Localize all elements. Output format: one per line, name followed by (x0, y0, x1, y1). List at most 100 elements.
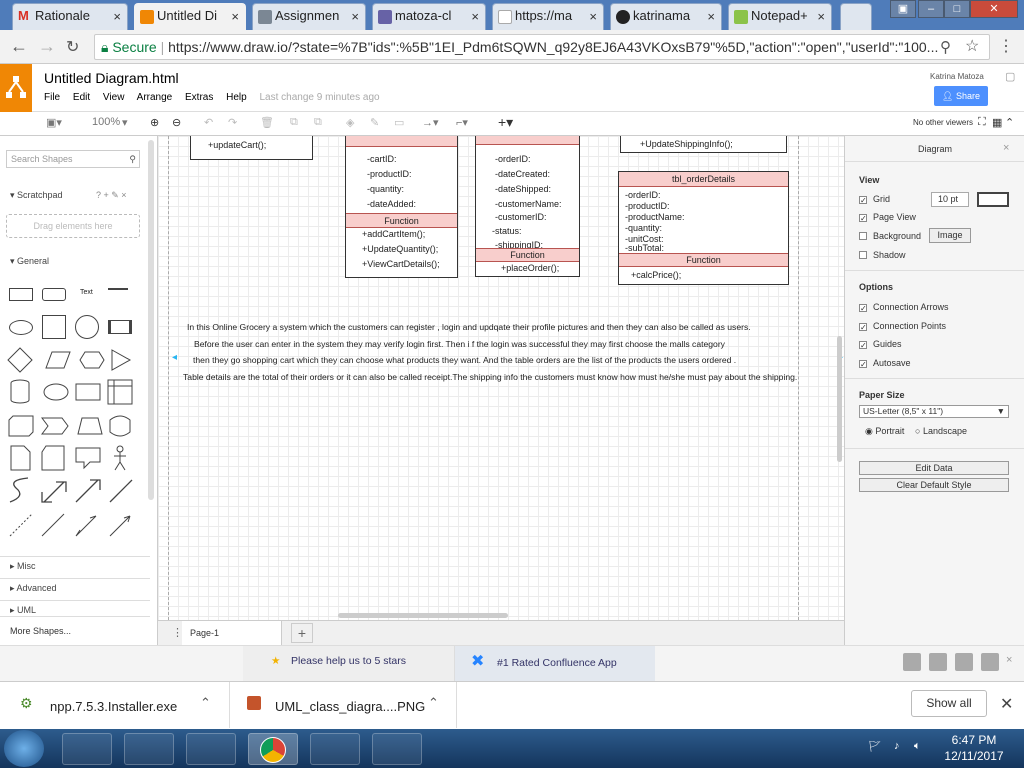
close-tab-icon[interactable]: × (707, 9, 715, 24)
maximize-button[interactable]: □ (944, 0, 970, 18)
portrait-radio[interactable]: ◉ Portrait (865, 426, 904, 437)
description-line-1[interactable]: In this Online Grocery a system which th… (187, 322, 751, 332)
tab-rationale[interactable]: M Rationale × (12, 3, 128, 30)
edit-data-button[interactable]: Edit Data (859, 461, 1009, 475)
shape-row-5[interactable] (6, 412, 138, 440)
scratchpad-actions[interactable]: ? + ✎ × (96, 190, 127, 201)
volume-icon[interactable]: ♪ (894, 740, 900, 752)
background-checkbox[interactable]: Background (859, 231, 921, 241)
uml-class-orders[interactable]: -orderID: -dateCreated: -dateShipped: -c… (475, 136, 580, 277)
menu-file[interactable]: File (44, 92, 60, 103)
square-shape[interactable] (42, 315, 66, 339)
misc-header[interactable]: ▸ Misc (0, 556, 150, 572)
chevron-up-icon[interactable]: ⌃ (200, 695, 211, 711)
menu-arrange[interactable]: Arrange (137, 92, 173, 103)
description-line-4[interactable]: Table details are the total of their ord… (183, 372, 797, 382)
tab-notepad[interactable]: Notepad+ × (728, 3, 832, 30)
tab-untitled-diagram[interactable]: Untitled Di × (134, 3, 246, 30)
photos-taskbar-icon[interactable] (310, 733, 360, 765)
shape-row-6[interactable] (6, 444, 138, 472)
download-item-png[interactable]: UML_class_diagra....PNG ⌃ (231, 682, 457, 728)
download-item-npp[interactable]: ⚙ npp.7.5.3.Installer.exe ⌃ (0, 682, 230, 728)
clock[interactable]: 6:47 PM 12/11/2017 (938, 732, 1010, 764)
new-tab-button[interactable] (840, 3, 872, 30)
youtube-icon[interactable] (903, 653, 921, 671)
network-icon[interactable]: 🚩︎ (868, 740, 882, 753)
paper-size-select[interactable]: US-Letter (8,5" x 11") ▼ (859, 405, 1009, 418)
uml-class-cart-partial[interactable]: +updateCart(); (190, 136, 313, 160)
advanced-header[interactable]: ▸ Advanced (0, 578, 150, 594)
uml-class-cart[interactable]: -cartID: -productID: -quantity: -dateAdd… (345, 136, 458, 278)
url-field[interactable]: 🔒︎ Secure | https://www.draw.io/?state=%… (94, 34, 990, 60)
shadow-icon[interactable]: ▭ (394, 116, 404, 129)
connection-arrow-icon[interactable]: →▾ (422, 116, 439, 129)
format-panel-icon[interactable]: ▣▾ (46, 116, 62, 129)
speaker-icon[interactable]: 🔈︎ (914, 740, 921, 753)
shapes-scrollbar[interactable] (148, 140, 154, 500)
more-shapes-button[interactable]: More Shapes... (0, 616, 150, 644)
menu-extras[interactable]: Extras (185, 92, 213, 103)
landscape-radio[interactable]: ○ Landscape (915, 426, 967, 436)
reload-icon[interactable]: ↻ (66, 37, 79, 57)
canvas-h-scrollbar[interactable] (338, 613, 508, 618)
redo-icon[interactable]: ↷ (228, 116, 237, 129)
description-line-2[interactable]: Before the user can enter in the system … (194, 339, 725, 349)
menu-edit[interactable]: Edit (73, 92, 90, 103)
connection-arrows-checkbox[interactable]: ✓ Connection Arrows (859, 302, 949, 313)
zoom-icon[interactable]: ⚲ (940, 38, 951, 56)
fullscreen-icon[interactable]: ⛶ (978, 116, 986, 129)
chrome-taskbar-icon[interactable] (248, 733, 298, 765)
add-page-button[interactable]: + (291, 623, 313, 643)
show-all-button[interactable]: Show all (911, 690, 987, 717)
notepad-plus-taskbar-icon[interactable] (372, 733, 422, 765)
close-icon[interactable]: ✕ (1000, 694, 1013, 714)
circle-shape[interactable] (75, 315, 99, 339)
tab-page-1[interactable]: Page-1 (182, 621, 282, 645)
tab-matoza[interactable]: matoza-cl × (372, 3, 486, 30)
menu-view[interactable]: View (103, 92, 125, 103)
media-player-taskbar-icon[interactable] (186, 733, 236, 765)
file-title[interactable]: Untitled Diagram.html (44, 70, 179, 86)
search-shapes-input[interactable]: Search Shapes ⚲ (6, 150, 140, 168)
waypoints-icon[interactable]: ⌐▾ (456, 116, 468, 129)
start-button[interactable] (4, 730, 44, 767)
forward-icon[interactable]: → (38, 36, 56, 57)
diagram-canvas[interactable]: +updateCart(); -cartID: -productID: -qua… (158, 136, 844, 620)
share-button[interactable]: 👤︎ Share (934, 86, 988, 106)
connect-arrow-left-icon[interactable]: ◂ (172, 352, 180, 366)
collapse-icon[interactable]: ⌃ (1005, 116, 1014, 129)
chevron-up-icon[interactable]: ⌃ (428, 695, 439, 711)
grid-size-input[interactable]: 10 pt (931, 192, 969, 207)
to-back-icon[interactable]: ⧉ (314, 116, 322, 129)
zoom-level[interactable]: 100% (92, 116, 120, 128)
tab-assignment[interactable]: Assignmen × (252, 3, 366, 30)
minimize-button[interactable]: – (918, 0, 944, 18)
close-tab-icon[interactable]: × (817, 9, 825, 24)
menu-help[interactable]: Help (226, 92, 247, 103)
autosave-checkbox[interactable]: ✓ Autosave (859, 358, 911, 369)
general-header[interactable]: ▾ General (0, 256, 150, 267)
tab-https[interactable]: https://ma × (492, 3, 604, 30)
uml-class-order-details[interactable]: tbl_orderDetails -orderID: -productID: -… (618, 171, 789, 285)
github-icon[interactable] (981, 653, 999, 671)
ellipse-shape[interactable] (9, 320, 33, 335)
to-front-icon[interactable]: ⧉ (290, 116, 298, 129)
chevron-down-icon[interactable]: ▾ (122, 116, 128, 129)
shape-row-8[interactable] (6, 510, 138, 538)
undo-icon[interactable]: ↶ (204, 116, 213, 129)
background-image-button[interactable]: Image (929, 228, 971, 243)
grid-checkbox[interactable]: ✓ Grid (859, 194, 890, 205)
bookmark-star-icon[interactable]: ☆ (965, 36, 979, 56)
textbox-shape[interactable] (108, 288, 128, 300)
shape-row-4[interactable] (6, 378, 138, 406)
fill-color-icon[interactable]: ◈ (346, 116, 354, 129)
clear-default-style-button[interactable]: Clear Default Style (859, 478, 1009, 492)
scratchpad-dropzone[interactable]: Drag elements here (6, 214, 140, 238)
delete-icon[interactable]: 🗑︎ (260, 116, 274, 129)
back-icon[interactable]: ← (10, 36, 28, 57)
shape-row-3[interactable] (6, 346, 138, 374)
rounded-rectangle-shape[interactable] (42, 288, 66, 301)
shadow-checkbox[interactable]: Shadow (859, 250, 906, 260)
close-window-button[interactable]: ✕ (970, 0, 1018, 18)
last-change-label[interactable]: Last change 9 minutes ago (260, 92, 380, 103)
